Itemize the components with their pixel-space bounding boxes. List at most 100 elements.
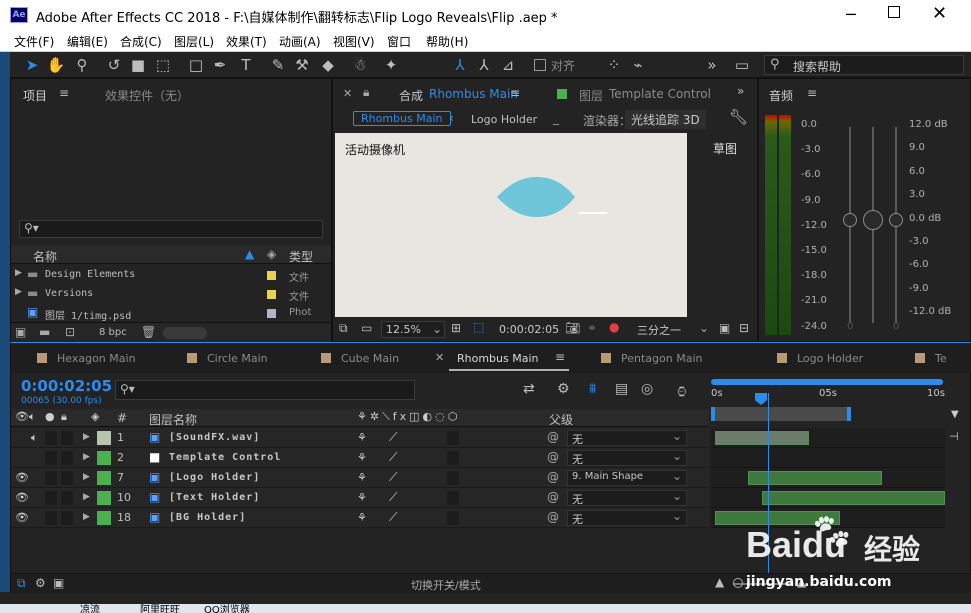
snap-edges-icon[interactable]: ⌁ <box>628 55 648 75</box>
menu-effect[interactable]: 效果(T) <box>226 33 267 50</box>
effect-switch[interactable] <box>447 511 459 525</box>
timeline-tab[interactable]: ✕ Rhombus Main ≡ <box>435 343 595 373</box>
tab-project[interactable]: 项目 <box>23 87 47 104</box>
layer-name[interactable]: [Text Holder] <box>169 492 260 503</box>
color-channels-icon[interactable]: ● <box>609 320 619 334</box>
pickwhip-icon[interactable]: @ <box>547 490 559 504</box>
timeline-tab[interactable]: Te <box>911 343 971 373</box>
minimize-button[interactable]: ─ <box>846 5 860 24</box>
snapshot-icon[interactable]: 📷︎ <box>565 321 580 335</box>
label-color-chip[interactable] <box>97 511 111 525</box>
solo-switch[interactable] <box>45 491 57 505</box>
breadcrumb-active[interactable]: Rhombus Main <box>353 111 451 126</box>
layer-tab-prefix[interactable]: 图层 <box>579 87 603 104</box>
timeline-tab[interactable]: Pentagon Main <box>597 343 717 373</box>
renderer-value[interactable]: 光线追踪 3D <box>625 110 706 129</box>
col-name[interactable]: 名称 <box>33 248 57 265</box>
graph-editor-icon[interactable]: ⌚︎ <box>675 381 689 402</box>
rectangle-tool-icon[interactable]: □ <box>186 55 206 75</box>
local-axis-icon[interactable]: ⅄ <box>450 55 470 75</box>
shy-switch-icon[interactable]: ⚘ <box>357 451 367 464</box>
taskbar-item-2[interactable]: QQ浏览器 <box>204 604 250 613</box>
timeline-tab[interactable]: Logo Holder <box>773 343 893 373</box>
comp-viewer[interactable]: 活动摄像机 <box>335 133 687 317</box>
shy-switch-icon[interactable]: ⚘ <box>357 491 367 504</box>
shy-switch-icon[interactable]: ⚘ <box>357 511 367 524</box>
timeline-tab[interactable]: Cube Main <box>317 343 437 373</box>
parent-select[interactable]: 无 ⌄ <box>567 489 687 506</box>
text-tool-icon[interactable]: T <box>236 55 256 75</box>
label-tag-icon[interactable]: ◈ <box>91 410 99 423</box>
world-axis-icon[interactable]: ⅄ <box>474 55 494 75</box>
eraser-tool-icon[interactable]: ◆ <box>318 55 338 75</box>
quality-switch-icon[interactable]: ⟋ <box>389 490 397 505</box>
menu-help[interactable]: 帮助(H) <box>426 33 468 50</box>
project-item[interactable]: ▶ ▬ Versions 文件 <box>11 285 331 304</box>
rhombus-shape[interactable] <box>497 177 577 217</box>
quality-switch-icon[interactable]: ⟋ <box>389 510 397 525</box>
parent-select[interactable]: 无 ⌄ <box>567 509 687 526</box>
layer-duration-bar[interactable] <box>715 431 809 445</box>
work-area-bar[interactable] <box>711 379 943 385</box>
menu-composition[interactable]: 合成(C) <box>120 33 162 50</box>
lock-switch[interactable] <box>61 491 73 505</box>
region-icon[interactable]: ⬚ <box>473 320 484 334</box>
panel-menu-icon[interactable]: ≡ <box>59 86 69 100</box>
overflow-chevron-icon[interactable]: » <box>702 55 722 75</box>
roto-brush-tool-icon[interactable]: ☃ <box>350 55 370 75</box>
fader-knob-center[interactable] <box>863 210 883 230</box>
eye-icon[interactable]: 👁︎ <box>15 511 29 524</box>
layer-row[interactable]: ▶ 2 ■ Template Control ⚘ ⟋ @ 无 ⌄ <box>11 448 709 468</box>
label-color-chip[interactable] <box>97 451 111 465</box>
always-preview-icon[interactable]: ⧉ <box>339 321 348 336</box>
solo-switch[interactable] <box>45 431 57 445</box>
solo-switch[interactable] <box>45 471 57 485</box>
frame-blending-icon[interactable]: ▤ <box>615 381 628 397</box>
menu-view[interactable]: 视图(V) <box>333 33 375 50</box>
snap-checkbox[interactable] <box>534 59 546 71</box>
layer-row[interactable]: 👁︎ ▶ 10 ▣ [Text Holder] ⚘ ⟋ @ 无 ⌄ <box>11 488 709 508</box>
close-tab-icon[interactable]: ✕ <box>343 87 352 100</box>
expand-arrow-icon[interactable]: ▶ <box>83 492 90 502</box>
menu-layer[interactable]: 图层(L) <box>174 33 214 50</box>
solo-icon[interactable]: ● <box>45 410 55 423</box>
project-item[interactable]: ▶ ▬ Design Elements 文件 <box>11 266 331 285</box>
zoom-slider-thumb[interactable] <box>733 578 743 588</box>
shy-switch-icon[interactable]: ⚘ <box>357 431 367 444</box>
clone-stamp-tool-icon[interactable]: ⚒ <box>292 55 312 75</box>
expand-arrow-icon[interactable]: ▶ <box>83 512 90 522</box>
project-item[interactable]: ▣ 图层 1/timg.psd Phot <box>11 304 331 323</box>
overflow-chevron-icon[interactable]: » <box>737 84 744 98</box>
toggle-switches-modes[interactable]: 切换开关/模式 <box>411 577 481 593</box>
snap-options-icon[interactable]: ⁘ <box>604 55 624 75</box>
layer-row[interactable]: 👁︎ ▶ 7 ▣ [Logo Holder] ⚘ ⟋ @9. Main Shape ⌄ <box>11 468 709 488</box>
label-color-chip[interactable] <box>97 431 111 445</box>
solo-switch[interactable] <box>45 511 57 525</box>
lock-switch[interactable] <box>61 451 73 465</box>
motion-blur-icon[interactable]: ◎ <box>641 381 653 397</box>
transparency-grid-icon[interactable]: ▣ <box>719 321 730 335</box>
draft-3d-icon[interactable]: ⚙ <box>557 381 570 397</box>
pickwhip-icon[interactable]: @ <box>547 450 559 464</box>
layer-tab-name[interactable]: Template Control <box>609 87 711 101</box>
layer-duration-bar[interactable] <box>762 491 945 505</box>
view-axis-icon[interactable]: ⊿ <box>498 55 518 75</box>
help-search-field[interactable]: ⚲ 搜索帮助 <box>764 55 964 75</box>
label-color-chip[interactable] <box>267 271 276 280</box>
resolution-select[interactable]: 三分之一 ⌄ <box>633 321 711 338</box>
expand-arrow-icon[interactable]: ▶ <box>15 287 22 297</box>
hand-tool-icon[interactable]: ✋ <box>46 55 66 75</box>
lock-switch[interactable] <box>61 511 73 525</box>
col-layer-name[interactable]: 图层名称 <box>149 411 197 428</box>
comp-timecode[interactable]: 0:00:02:05 <box>499 323 559 336</box>
layer-row[interactable]: 👁︎ ▶ 18 ▣ [BG Holder] ⚘ ⟋ @ 无 ⌄ <box>11 508 709 528</box>
transfer-controls-icon[interactable]: ⚙ <box>35 576 46 590</box>
lock-switch[interactable] <box>61 471 73 485</box>
pen-tool-icon[interactable]: ✒ <box>210 55 230 75</box>
label-color-chip[interactable] <box>97 471 111 485</box>
timeline-search-input[interactable]: ⚲▾ <box>115 380 415 400</box>
panel-menu-icon[interactable]: ≡ <box>807 86 817 100</box>
label-color-chip[interactable] <box>267 290 276 299</box>
project-scroll-thumb[interactable] <box>163 327 207 339</box>
lock-icon[interactable]: 🔒︎ <box>363 85 369 100</box>
